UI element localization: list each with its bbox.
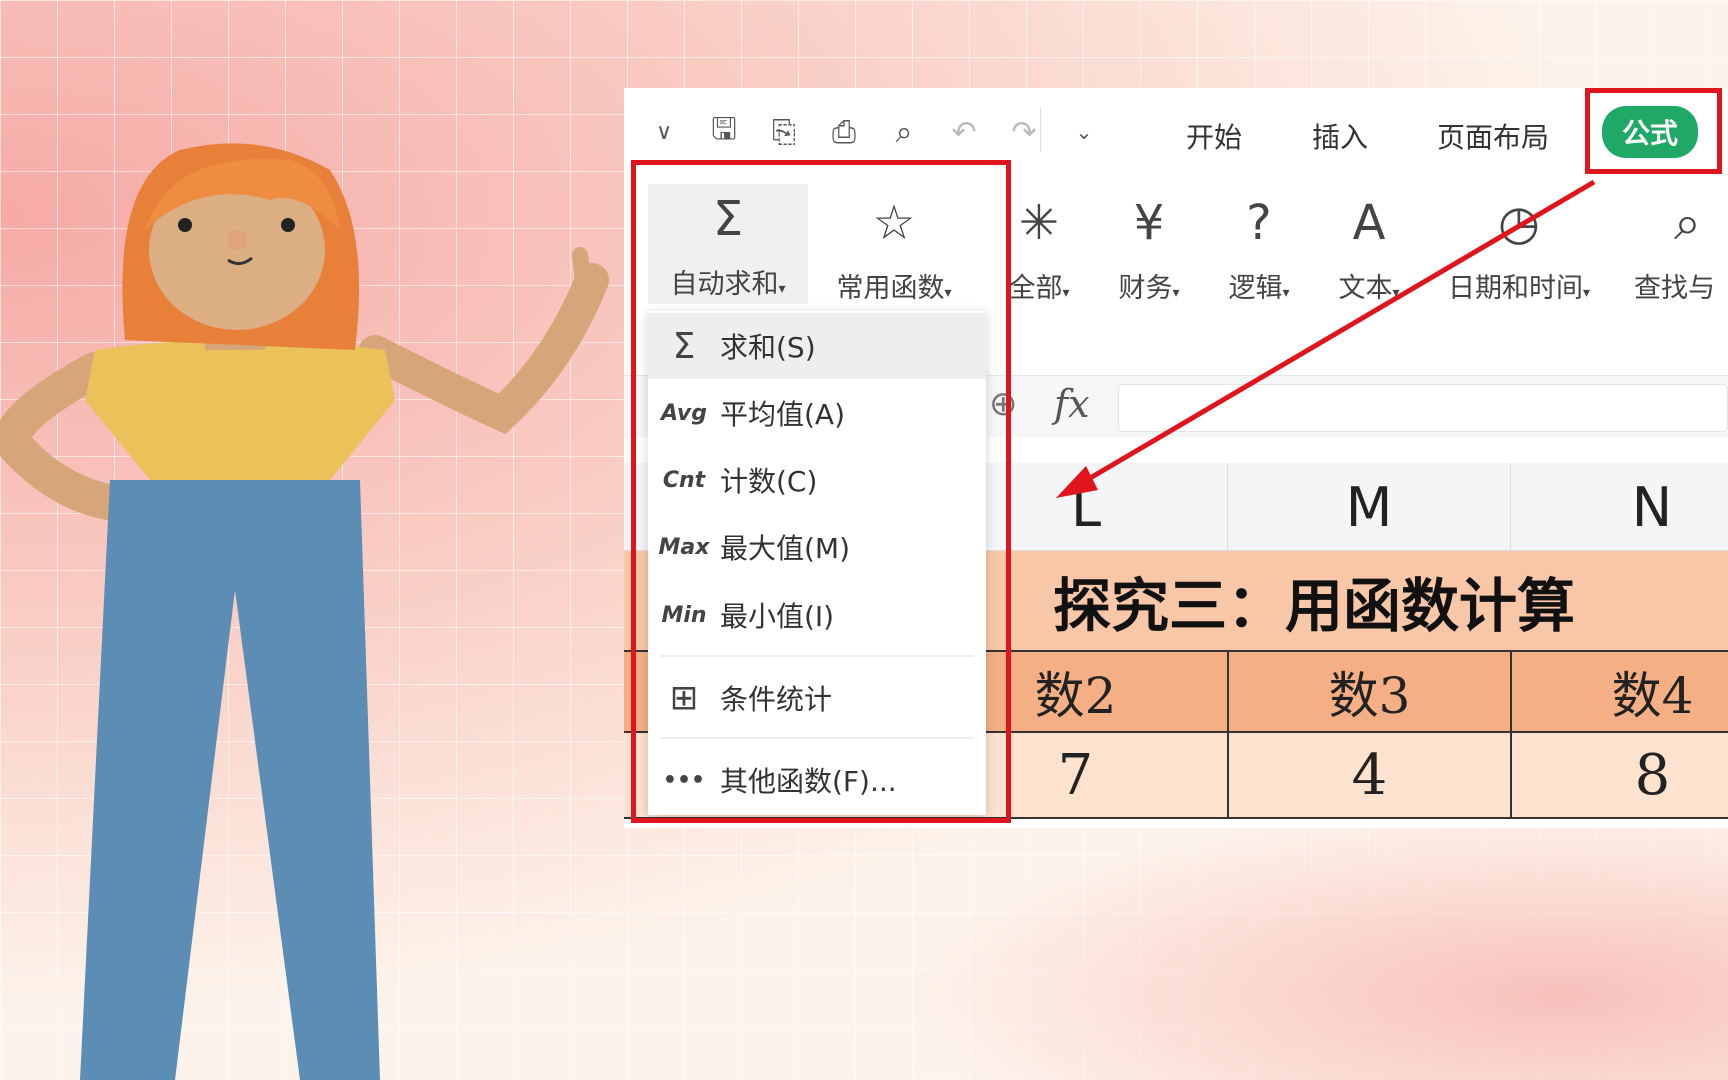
annotation-arrow <box>1056 179 1596 498</box>
